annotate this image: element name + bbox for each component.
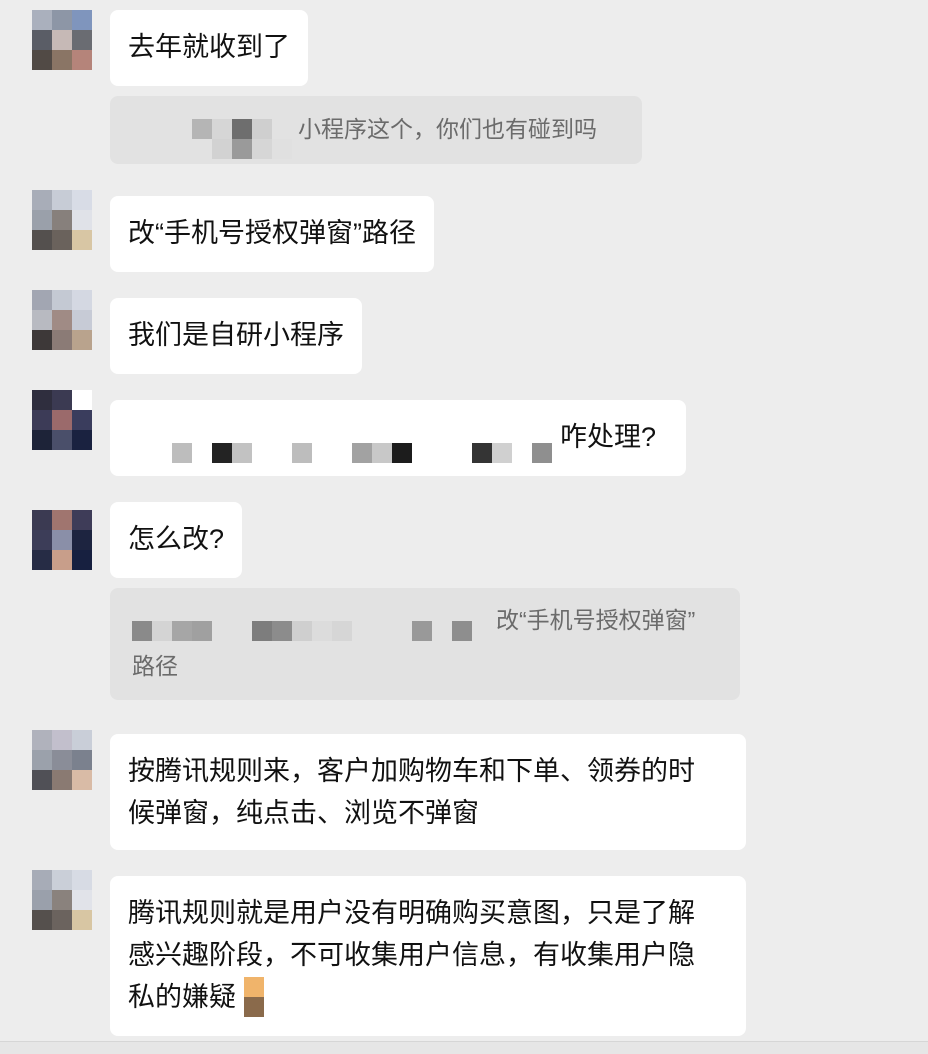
avatar-pixel: [52, 50, 72, 70]
avatar-pixel: [52, 530, 72, 550]
avatar-pixel: [72, 870, 92, 890]
avatar-pixel: [52, 910, 72, 930]
message-text: 咋处理?: [560, 422, 657, 452]
message-text: 我们是自研小程序: [128, 320, 344, 350]
avatar-pixel: [32, 910, 52, 930]
avatar-pixel: [52, 510, 72, 530]
avatar-pixel: [32, 190, 52, 210]
avatar-pixel: [52, 190, 72, 210]
avatar-pixel: [52, 310, 72, 330]
avatar-pixel: [72, 30, 92, 50]
avatar-pixel: [52, 230, 72, 250]
message-text: 怎么改?: [128, 524, 225, 554]
avatar-pixel: [52, 210, 72, 230]
avatar-pixel: [32, 890, 52, 910]
avatar-pixel: [32, 530, 52, 550]
quoted-text: 改“手机号授权弹窗”: [496, 607, 696, 633]
avatar-pixel: [72, 190, 92, 210]
message-bubble[interactable]: 腾讯规则就是用户没有明确购买意图，只是了解 感兴趣阶段，不可收集用户信息，有收集…: [110, 876, 746, 1036]
avatar-pixel: [52, 890, 72, 910]
avatar-pixel: [72, 290, 92, 310]
avatar-pixel: [32, 550, 52, 570]
avatar-pixel: [52, 390, 72, 410]
quoted-text: 小程序这个，你们也有碰到吗: [298, 116, 597, 142]
avatar-5[interactable]: [32, 510, 92, 570]
avatar-pixel: [72, 230, 92, 250]
message-text: 候弹窗，纯点击、浏览不弹窗: [128, 798, 479, 828]
avatar-pixel: [52, 870, 72, 890]
avatar-pixel: [72, 210, 92, 230]
message-text: 私的嫌疑: [128, 982, 236, 1012]
avatar-pixel: [72, 510, 92, 530]
avatar-pixel: [32, 410, 52, 430]
quoted-message[interactable]: 小程序这个，你们也有碰到吗: [110, 96, 642, 164]
quoted-message[interactable]: 改“手机号授权弹窗” 路径: [110, 588, 740, 700]
quoted-text: 路径: [132, 653, 178, 679]
blurred-text: [132, 610, 472, 648]
avatar-2[interactable]: [32, 190, 92, 250]
avatar-pixel: [72, 730, 92, 750]
avatar-pixel: [72, 770, 92, 790]
avatar-pixel: [32, 310, 52, 330]
avatar-pixel: [32, 50, 52, 70]
avatar-7[interactable]: [32, 870, 92, 930]
avatar-pixel: [32, 290, 52, 310]
avatar-pixel: [32, 750, 52, 770]
avatar-pixel: [72, 890, 92, 910]
avatar-pixel: [72, 430, 92, 450]
message-bubble[interactable]: 咋处理?: [110, 400, 686, 476]
avatar-pixel: [32, 870, 52, 890]
avatar-pixel: [52, 290, 72, 310]
message-bubble[interactable]: 我们是自研小程序: [110, 298, 362, 374]
avatar-pixel: [52, 410, 72, 430]
avatar-pixel: [32, 430, 52, 450]
message-bubble[interactable]: 改“手机号授权弹窗”路径: [110, 196, 434, 272]
message-bubble[interactable]: 怎么改?: [110, 502, 243, 578]
avatar-pixel: [72, 410, 92, 430]
message-text: 腾讯规则就是用户没有明确购买意图，只是了解: [128, 898, 695, 928]
avatar-pixel: [52, 10, 72, 30]
avatar-pixel: [72, 50, 92, 70]
avatar-pixel: [52, 430, 72, 450]
divider: [0, 1041, 928, 1054]
emoji-icon: [243, 976, 264, 1017]
avatar-pixel: [32, 30, 52, 50]
message-text: 按腾讯规则来，客户加购物车和下单、领券的时: [128, 756, 695, 786]
message-bubble[interactable]: 去年就收到了: [110, 10, 308, 86]
avatar-pixel: [32, 390, 52, 410]
blurred-text: [212, 128, 292, 166]
avatar-pixel: [52, 770, 72, 790]
avatar-pixel: [72, 750, 92, 770]
avatar-4[interactable]: [32, 390, 92, 470]
avatar-pixel: [32, 770, 52, 790]
avatar-pixel: [72, 550, 92, 570]
message-text: 感兴趣阶段，不可收集用户信息，有收集用户隐: [128, 940, 695, 970]
avatar-pixel: [72, 330, 92, 350]
avatar-1[interactable]: [32, 10, 92, 70]
avatar-pixel: [52, 730, 72, 750]
avatar-pixel: [32, 210, 52, 230]
avatar-pixel: [32, 510, 52, 530]
avatar-pixel: [72, 910, 92, 930]
avatar-pixel: [32, 10, 52, 30]
avatar-pixel: [52, 30, 72, 50]
avatar-pixel: [72, 310, 92, 330]
avatar-pixel: [32, 730, 52, 750]
avatar-pixel: [52, 330, 72, 350]
message-line: 私的嫌疑: [128, 976, 728, 1019]
avatar-pixel: [52, 550, 72, 570]
avatar-6[interactable]: [32, 730, 92, 790]
avatar-pixel: [32, 330, 52, 350]
blurred-text: [172, 430, 552, 472]
avatar-pixel: [72, 390, 92, 410]
avatar-pixel: [72, 530, 92, 550]
avatar-pixel: [52, 750, 72, 770]
message-bubble[interactable]: 按腾讯规则来，客户加购物车和下单、领券的时 候弹窗，纯点击、浏览不弹窗: [110, 734, 746, 850]
avatar-3[interactable]: [32, 290, 92, 350]
avatar-pixel: [72, 10, 92, 30]
avatar-pixel: [32, 230, 52, 250]
message-text: 去年就收到了: [128, 32, 290, 62]
message-text: 改“手机号授权弹窗”路径: [128, 218, 416, 248]
